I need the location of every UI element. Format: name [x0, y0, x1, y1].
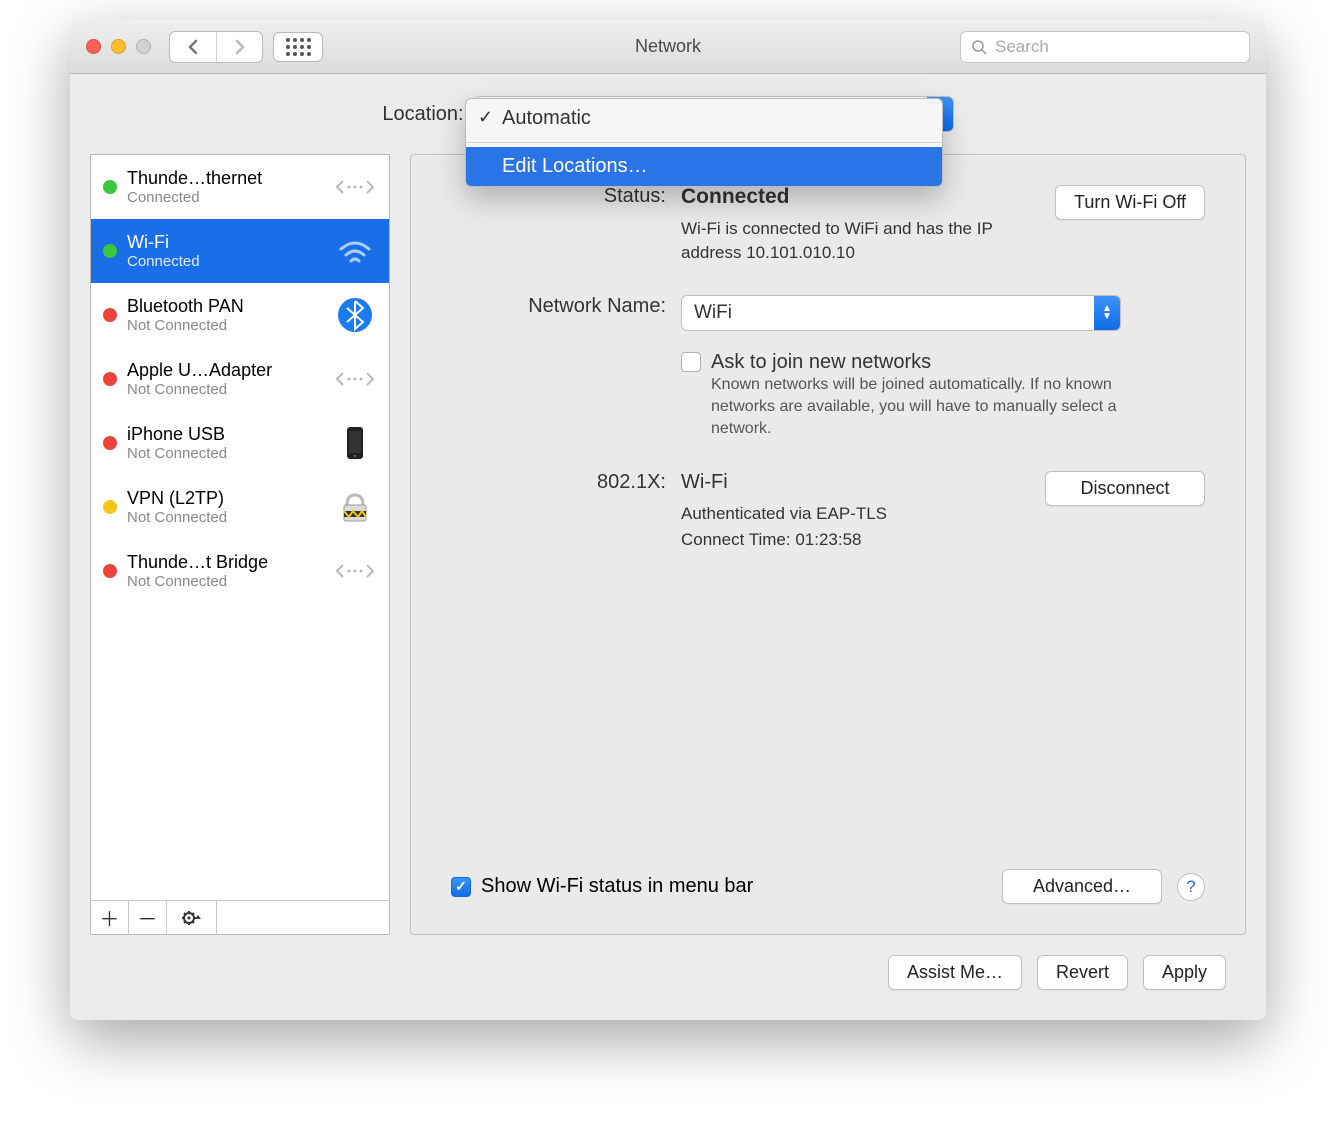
show-menu-checkbox[interactable]: ✓: [451, 877, 471, 897]
service-status: Not Connected: [127, 509, 323, 526]
service-item-thunderbolt-ethernet[interactable]: Thunde…thernet Connected: [91, 155, 389, 219]
close-window-button[interactable]: [86, 39, 101, 54]
status-dot-yellow-icon: [103, 500, 117, 514]
forward-button[interactable]: [216, 32, 262, 62]
network-name-value: WiFi: [682, 302, 744, 324]
sidebar-toolbar: ＋ －: [91, 900, 389, 934]
service-item-thunderbolt-bridge[interactable]: Thunde…t Bridge Not Connected: [91, 539, 389, 603]
show-menu-label: Show Wi-Fi status in menu bar: [481, 875, 753, 898]
wifi-icon: [333, 229, 377, 273]
bottom-row: ✓ Show Wi-Fi status in menu bar Advanced…: [411, 869, 1205, 904]
status-dot-green-icon: [103, 244, 117, 258]
ask-join-row: Ask to join new networks: [681, 351, 1205, 374]
show-menu-row: ✓ Show Wi-Fi status in menu bar: [451, 875, 753, 898]
service-name: Thunde…thernet: [127, 168, 323, 189]
traffic-lights: [86, 39, 151, 54]
revert-button[interactable]: Revert: [1037, 955, 1128, 990]
service-name: Apple U…Adapter: [127, 360, 323, 381]
dot1x-label: 802.1X:: [411, 471, 666, 494]
services-sidebar: Thunde…thernet Connected Wi-Fi Connected: [90, 154, 390, 935]
dropdown-arrows-icon: ▲▼: [1094, 296, 1120, 330]
ask-join-checkbox[interactable]: [681, 352, 701, 372]
service-status: Not Connected: [127, 573, 323, 590]
body: Location: Automatic ▲▼ Thunde…thernet Co…: [70, 74, 1266, 1020]
service-name: Bluetooth PAN: [127, 296, 323, 317]
location-option-automatic[interactable]: Automatic: [466, 99, 942, 138]
service-status: Not Connected: [127, 445, 323, 462]
service-actions-button[interactable]: [167, 901, 217, 934]
service-name: Thunde…t Bridge: [127, 552, 323, 573]
status-dot-red-icon: [103, 372, 117, 386]
iphone-icon: [333, 421, 377, 465]
ask-join-description: Known networks will be joined automatica…: [681, 374, 1121, 441]
service-name: VPN (L2TP): [127, 488, 323, 509]
ethernet-icon: [333, 165, 377, 209]
service-status: Connected: [127, 189, 323, 206]
help-button[interactable]: ?: [1177, 873, 1205, 901]
status-dot-red-icon: [103, 308, 117, 322]
bluetooth-icon: [333, 293, 377, 337]
dot1x-row: 802.1X: Wi-Fi Authenticated via EAP-TLS …: [411, 471, 1205, 552]
status-dot-green-icon: [103, 180, 117, 194]
service-name: iPhone USB: [127, 424, 323, 445]
location-dropdown-menu: Automatic Edit Locations…: [465, 98, 943, 187]
status-description: Wi-Fi is connected to WiFi and has the I…: [681, 217, 1040, 265]
network-name-label: Network Name:: [411, 295, 666, 318]
service-status: Connected: [127, 253, 323, 270]
network-preferences-window: Network Location: Automatic ▲▼ Thunde: [70, 20, 1266, 1020]
search-icon: [971, 39, 987, 55]
add-service-button[interactable]: ＋: [91, 901, 129, 934]
dot1x-value: Wi-Fi: [681, 471, 1030, 494]
fullscreen-window-button[interactable]: [136, 39, 151, 54]
nav-buttons: [169, 31, 263, 63]
service-item-apple-usb-adapter[interactable]: Apple U…Adapter Not Connected: [91, 347, 389, 411]
gear-icon: [181, 910, 203, 926]
status-dot-red-icon: [103, 436, 117, 450]
lock-icon: [333, 485, 377, 529]
chevron-left-icon: [186, 39, 200, 55]
search-field[interactable]: [960, 31, 1250, 63]
status-row: Status: Connected Wi-Fi is connected to …: [411, 185, 1205, 265]
advanced-button[interactable]: Advanced…: [1002, 869, 1162, 904]
service-status: Not Connected: [127, 317, 323, 334]
ethernet-icon: [333, 357, 377, 401]
main-row: Thunde…thernet Connected Wi-Fi Connected: [90, 154, 1246, 935]
network-name-row: Network Name: WiFi ▲▼ Ask to join new ne…: [411, 295, 1205, 441]
grid-icon: [286, 38, 311, 56]
details-panel: Status: Connected Wi-Fi is connected to …: [410, 154, 1246, 935]
disconnect-button[interactable]: Disconnect: [1045, 471, 1205, 506]
services-list: Thunde…thernet Connected Wi-Fi Connected: [91, 155, 389, 900]
remove-service-button[interactable]: －: [129, 901, 167, 934]
back-button[interactable]: [170, 32, 216, 62]
chevron-right-icon: [233, 39, 247, 55]
footer: Assist Me… Revert Apply: [90, 935, 1246, 1000]
dropdown-separator: [466, 142, 942, 143]
status-label: Status:: [411, 185, 666, 208]
toggle-wifi-button[interactable]: Turn Wi-Fi Off: [1055, 185, 1205, 220]
show-all-button[interactable]: [273, 32, 323, 62]
service-item-wifi[interactable]: Wi-Fi Connected: [91, 219, 389, 283]
service-name: Wi-Fi: [127, 232, 323, 253]
status-value: Connected: [681, 185, 1040, 209]
search-input[interactable]: [995, 37, 1239, 57]
dot1x-auth: Authenticated via EAP-TLS: [681, 502, 1030, 526]
service-status: Not Connected: [127, 381, 323, 398]
assist-me-button[interactable]: Assist Me…: [888, 955, 1022, 990]
service-item-bluetooth-pan[interactable]: Bluetooth PAN Not Connected: [91, 283, 389, 347]
location-edit-locations[interactable]: Edit Locations…: [466, 147, 942, 186]
titlebar: Network: [70, 20, 1266, 74]
service-item-vpn[interactable]: VPN (L2TP) Not Connected: [91, 475, 389, 539]
network-name-select[interactable]: WiFi ▲▼: [681, 295, 1121, 331]
minimize-window-button[interactable]: [111, 39, 126, 54]
service-item-iphone-usb[interactable]: iPhone USB Not Connected: [91, 411, 389, 475]
ethernet-icon: [333, 549, 377, 593]
ask-join-label: Ask to join new networks: [711, 351, 931, 374]
apply-button[interactable]: Apply: [1143, 955, 1226, 990]
dot1x-connect-time: Connect Time: 01:23:58: [681, 528, 1030, 552]
status-dot-red-icon: [103, 564, 117, 578]
location-label: Location:: [382, 103, 463, 126]
